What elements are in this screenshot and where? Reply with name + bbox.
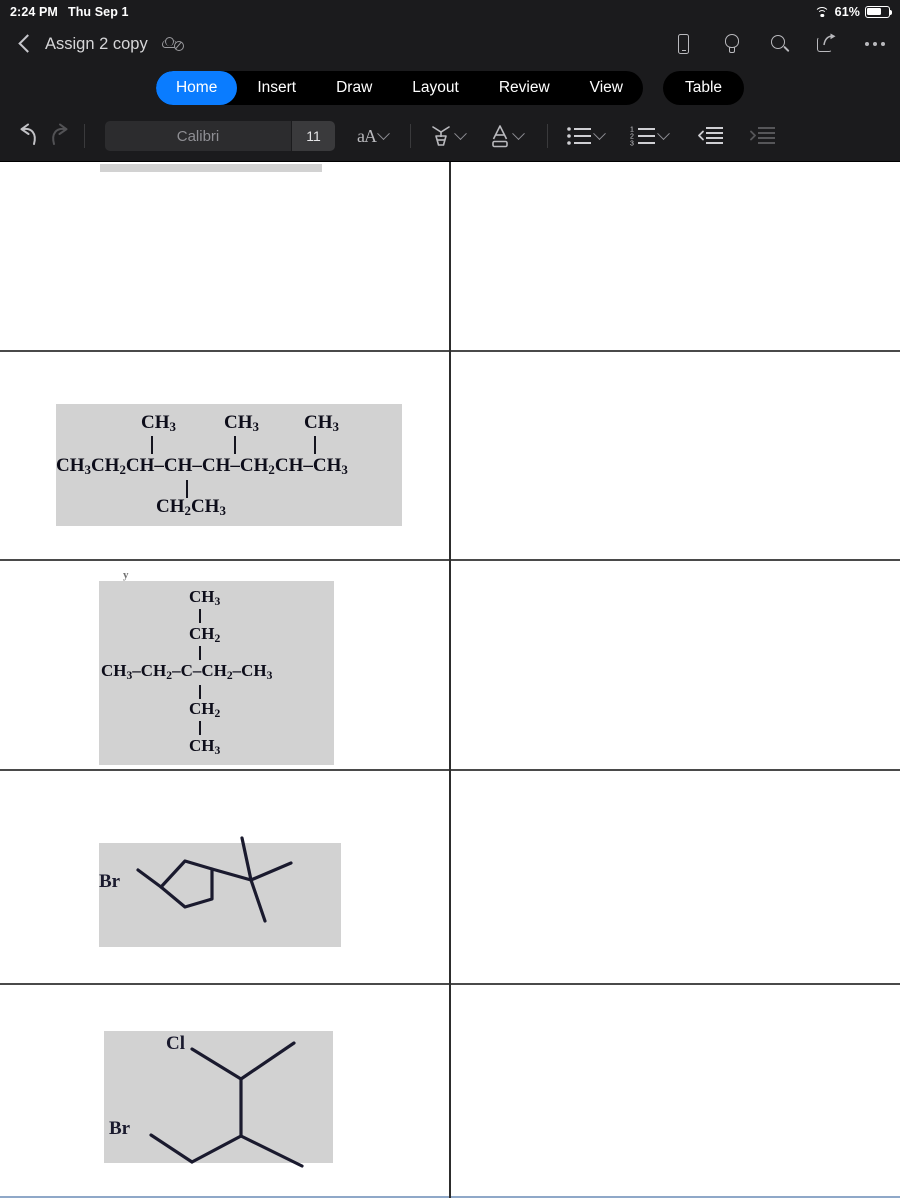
bond bbox=[199, 646, 201, 660]
structure-image-2[interactable]: y CH3 CH2 CH3–CH2–C–CH2–CH3 CH2 CH3 bbox=[99, 569, 334, 765]
back-chevron-icon[interactable] bbox=[18, 33, 31, 55]
chevron-down-icon bbox=[657, 126, 670, 140]
structure-2-bottom-label-2: CH3 bbox=[189, 736, 221, 757]
svg-text:1: 1 bbox=[630, 127, 634, 134]
chevron-down-icon bbox=[454, 126, 467, 140]
highlighter-icon bbox=[429, 123, 453, 149]
document-page[interactable]: CH3 CH3 CH3 CH3CH2CH–CH–CH–CH2CH–CH3 CH2… bbox=[0, 162, 900, 1200]
undo-icon[interactable] bbox=[14, 123, 44, 149]
chevron-down-icon bbox=[593, 126, 606, 140]
font-size-input[interactable]: 11 bbox=[292, 121, 335, 151]
tab-home[interactable]: Home bbox=[155, 71, 238, 105]
titlebar-actions bbox=[672, 32, 886, 56]
structure-1-top-label-1: CH3 bbox=[141, 412, 176, 435]
numbered-list-icon: 1 2 3 bbox=[630, 125, 656, 148]
bullet-list-icon bbox=[566, 125, 592, 147]
tab-table[interactable]: Table bbox=[662, 71, 745, 105]
structure-4-skeleton bbox=[149, 1041, 304, 1168]
toolbar-divider-1 bbox=[84, 124, 85, 148]
bond bbox=[199, 609, 201, 623]
ribbon-tabs: Home Insert Draw Layout Review View Tabl… bbox=[0, 65, 900, 111]
structure-3-skeleton bbox=[136, 836, 293, 923]
status-bar: 2:24 PM Thu Sep 1 61% bbox=[0, 0, 900, 23]
svg-text:3: 3 bbox=[630, 141, 634, 148]
status-date: Thu Sep 1 bbox=[67, 4, 129, 19]
structure-1-top-label-2: CH3 bbox=[224, 412, 259, 435]
structure-2-top-label-1: CH3 bbox=[189, 587, 221, 608]
font-name-input[interactable]: Calibri bbox=[105, 121, 291, 151]
bullet-list-button[interactable] bbox=[566, 125, 606, 147]
tab-view[interactable]: View bbox=[570, 71, 643, 105]
document-titlebar: Assign 2 copy bbox=[0, 23, 900, 65]
structure-1-bottom-label: CH2CH3 bbox=[156, 496, 226, 519]
highlight-color-button[interactable] bbox=[429, 123, 467, 149]
bond bbox=[314, 436, 316, 454]
font-color-button[interactable] bbox=[489, 123, 525, 149]
redo-icon[interactable] bbox=[44, 123, 74, 149]
battery-icon bbox=[865, 5, 893, 18]
structure-1-main-chain: CH3CH2CH–CH–CH–CH2CH–CH3 bbox=[56, 455, 348, 478]
decrease-indent-button[interactable] bbox=[698, 125, 724, 147]
table-column-divider bbox=[449, 162, 451, 1198]
structure-image-partial[interactable] bbox=[100, 164, 322, 172]
bond bbox=[199, 721, 201, 735]
structure-2-top-label-2: CH2 bbox=[189, 624, 221, 645]
bond bbox=[151, 436, 153, 454]
structure-2-bottom-label-1: CH2 bbox=[189, 699, 221, 720]
ribbon-tab-group: Home Insert Draw Layout Review View bbox=[155, 71, 643, 105]
status-bar-right: 61% bbox=[814, 4, 893, 19]
chevron-down-icon bbox=[377, 126, 390, 140]
table-row-partial[interactable] bbox=[0, 162, 900, 190]
more-options-icon[interactable] bbox=[864, 32, 886, 56]
tab-insert[interactable]: Insert bbox=[237, 71, 316, 105]
bond bbox=[234, 436, 236, 454]
battery-percent-label: 61% bbox=[834, 4, 860, 19]
increase-indent-button[interactable] bbox=[750, 125, 776, 147]
status-bar-left: 2:24 PM Thu Sep 1 bbox=[10, 5, 129, 19]
share-icon[interactable] bbox=[816, 32, 838, 56]
page-title: Assign 2 copy bbox=[45, 34, 148, 53]
toolbar-divider-2 bbox=[410, 124, 411, 148]
font-picker[interactable]: Calibri 11 bbox=[105, 121, 335, 151]
numbered-list-button[interactable]: 1 2 3 bbox=[630, 125, 670, 148]
cloud-offline-icon[interactable] bbox=[161, 36, 184, 53]
bond bbox=[199, 685, 201, 699]
search-icon[interactable] bbox=[768, 32, 790, 56]
format-toolbar: Calibri 11 aA 1 2 3 bbox=[0, 111, 900, 162]
structure-2-main-chain: CH3–CH2–C–CH2–CH3 bbox=[101, 661, 273, 682]
tab-review[interactable]: Review bbox=[479, 71, 570, 105]
structure-1-top-label-3: CH3 bbox=[304, 412, 339, 435]
tab-draw[interactable]: Draw bbox=[316, 71, 392, 105]
font-format-button[interactable]: aA bbox=[357, 125, 390, 147]
svg-text:2: 2 bbox=[630, 134, 634, 141]
font-format-label: aA bbox=[357, 125, 377, 146]
tell-me-icon[interactable] bbox=[720, 32, 742, 56]
font-color-icon bbox=[489, 123, 511, 149]
mobile-view-icon[interactable] bbox=[672, 32, 694, 56]
chevron-down-icon bbox=[512, 126, 525, 140]
tab-layout[interactable]: Layout bbox=[392, 71, 479, 105]
toolbar-divider-3 bbox=[547, 124, 548, 148]
structure-2-artifact: y bbox=[123, 569, 129, 581]
wifi-icon bbox=[814, 6, 830, 17]
status-time: 2:24 PM bbox=[10, 4, 58, 19]
structure-image-1[interactable]: CH3 CH3 CH3 CH3CH2CH–CH–CH–CH2CH–CH3 CH2… bbox=[56, 404, 402, 526]
